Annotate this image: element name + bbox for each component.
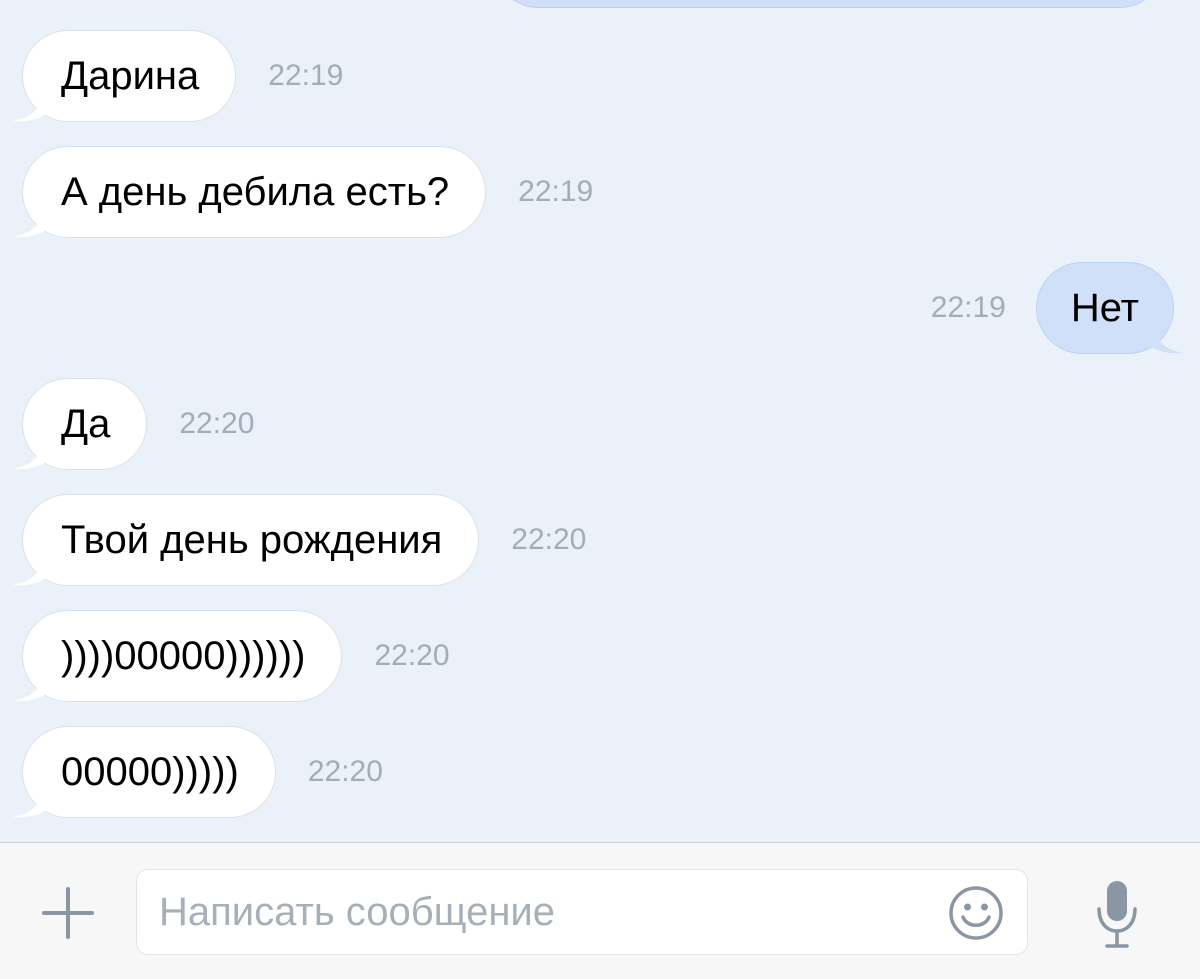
composer-bar	[0, 842, 1200, 979]
message-text: 00000)))))	[61, 749, 239, 794]
bubble-tail-icon	[12, 444, 46, 470]
incoming-message-bubble[interactable]: А день дебила есть?	[12, 146, 487, 238]
incoming-message-bubble[interactable]: ))))00000))))))	[12, 610, 343, 702]
message-row-incoming: Твой день рождения 22:20	[12, 494, 587, 586]
incoming-message-bubble[interactable]: Дарина	[12, 30, 237, 122]
outgoing-message-bubble[interactable]: Нет	[1035, 262, 1184, 354]
message-list[interactable]: Дарина 22:19 А день дебила есть? 22:19 2…	[0, 0, 1200, 842]
bubble-tail-icon	[12, 676, 46, 702]
bubble-tail-icon	[12, 560, 46, 586]
outgoing-message-bubble-partial	[494, 0, 1164, 8]
message-timestamp: 22:20	[307, 755, 383, 788]
attach-button[interactable]	[40, 885, 96, 941]
bubble-tail-icon	[12, 212, 46, 238]
bubble-tail-icon	[12, 96, 46, 122]
incoming-message-bubble[interactable]: Да	[12, 378, 148, 470]
message-text: Твой день рождения	[61, 517, 443, 562]
message-row-incoming: ))))00000)))))) 22:20	[12, 610, 450, 702]
bubble-tail-icon	[12, 792, 46, 818]
message-row-incoming: А день дебила есть? 22:19	[12, 146, 594, 238]
message-timestamp: 22:20	[179, 407, 255, 440]
smiley-icon	[949, 886, 1003, 940]
message-text: ))))00000))))))	[61, 633, 306, 678]
message-text: Дарина	[61, 53, 200, 98]
message-text: Да	[61, 401, 111, 446]
message-text: А день дебила есть?	[61, 169, 450, 214]
message-row-incoming: Дарина 22:19	[12, 30, 344, 122]
voice-message-button[interactable]	[1094, 879, 1140, 949]
incoming-message-bubble[interactable]: 00000)))))	[12, 726, 276, 818]
message-input[interactable]	[159, 870, 929, 954]
bubble-tail-icon	[1150, 328, 1184, 354]
message-row-outgoing: 22:19 Нет	[930, 262, 1184, 354]
message-timestamp: 22:19	[268, 59, 344, 92]
message-timestamp: 22:20	[374, 639, 450, 672]
incoming-message-bubble[interactable]: Твой день рождения	[12, 494, 480, 586]
message-timestamp: 22:19	[930, 291, 1006, 324]
message-text: Нет	[1070, 285, 1139, 330]
message-timestamp: 22:19	[518, 175, 594, 208]
microphone-icon	[1097, 881, 1137, 948]
message-row-incoming: 00000))))) 22:20	[12, 726, 383, 818]
plus-icon	[42, 887, 94, 939]
message-timestamp: 22:20	[511, 523, 587, 556]
message-input-container[interactable]	[136, 869, 1028, 955]
message-row-incoming: Да 22:20	[12, 378, 255, 470]
emoji-button[interactable]	[947, 884, 1005, 942]
